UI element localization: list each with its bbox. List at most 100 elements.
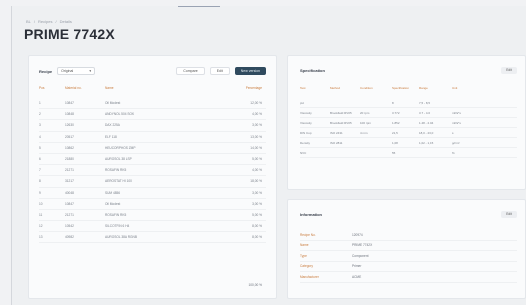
row-position: 12 xyxy=(39,224,43,229)
row-material-number: 12630 xyxy=(65,123,74,128)
spec-condition: 20 rpm xyxy=(360,110,370,115)
row-percentage: 3,00 % xyxy=(252,190,262,195)
information-list: Recipe No. 120974 Name PRIME 7742X Type Compo… xyxy=(300,230,517,283)
table-row[interactable]: 9 40048 SUM 4856 3,00 % xyxy=(39,188,266,199)
column-header[interactable]: Range xyxy=(419,86,452,90)
spec-method: ISO 2431 xyxy=(330,130,343,135)
spec-unit: % xyxy=(452,150,455,155)
row-position: 10 xyxy=(39,201,43,206)
spec-range: 1,02 - 1,15 xyxy=(419,140,434,145)
table-row[interactable]: pH 8 7,5 - 8,5 xyxy=(300,98,517,108)
column-header[interactable]: Condition xyxy=(360,86,392,90)
row-position: 3 xyxy=(39,123,41,128)
info-value: Primer xyxy=(352,264,362,269)
specification-table-header: Test Method Condition Specification Rang… xyxy=(300,86,517,90)
info-key: Category xyxy=(300,264,313,269)
info-row: Recipe No. 120974 xyxy=(300,230,517,241)
row-material-name: SILCOTFIN 6 H4 xyxy=(105,224,130,229)
breadcrumb: BL / Recipes / Details xyxy=(26,19,72,24)
row-material-number: 40982 xyxy=(65,235,74,240)
spec-unit: s xyxy=(452,130,454,135)
edit-information-button[interactable]: Edit xyxy=(501,210,517,218)
row-material-number: 10847 xyxy=(65,201,74,206)
row-percentage: 18,00 % xyxy=(250,179,262,184)
column-header[interactable]: Percentage xyxy=(215,86,266,92)
recipe-total: 100,00 % xyxy=(248,283,262,287)
info-value: ACME xyxy=(352,274,362,279)
edit-recipe-button[interactable]: Edit xyxy=(209,67,230,75)
active-tab-indicator xyxy=(178,6,220,7)
row-position: 7 xyxy=(39,168,41,173)
info-key: Type xyxy=(300,253,307,258)
recipe-toolbar: Recipe Original ▾ Compare Edit New versi… xyxy=(39,66,266,76)
row-position: 4 xyxy=(39,134,41,139)
information-title: Information xyxy=(300,211,322,217)
spec-range: 1.48 - 2.04 xyxy=(419,120,434,125)
row-position: 13 xyxy=(39,235,43,240)
spec-test: Density xyxy=(300,140,311,145)
column-header[interactable]: Method xyxy=(330,86,360,90)
spec-method: Brookfield RV05 xyxy=(330,120,352,125)
column-header[interactable]: Name xyxy=(105,86,215,92)
row-position: 8 xyxy=(39,179,41,184)
row-material-name: DAX 225A xyxy=(105,123,120,128)
table-row[interactable]: 10 10847 Oil Modest 3,00 % xyxy=(39,199,266,210)
row-material-name: AUROSOL 38A RGNB xyxy=(105,235,137,240)
spec-value: 1.852 xyxy=(392,120,400,125)
column-header[interactable]: Pos xyxy=(39,86,65,92)
table-row[interactable]: 3 12630 DAX 225A 3,00 % xyxy=(39,120,266,132)
row-percentage: 13,00 % xyxy=(250,134,262,139)
spec-value: 3.772 xyxy=(392,110,400,115)
compare-button[interactable]: Compare xyxy=(176,67,205,75)
table-row[interactable]: NVC 55% xyxy=(300,148,517,158)
spec-test: Viscosity xyxy=(300,120,312,125)
table-row[interactable]: 12 10542 SILCOTFIN 6 H4 8,00 % xyxy=(39,221,266,233)
breadcrumb-item[interactable]: BL xyxy=(26,19,31,24)
table-row[interactable]: 11 21271 ROSAFIN RK5 5,00 % xyxy=(39,210,266,222)
recipe-version-select[interactable]: Original ▾ xyxy=(57,67,96,75)
table-row[interactable]: Density ISO 2811 1,08 1,02 - 1,15 g/cm³ xyxy=(300,138,517,148)
spec-test: Viscosity xyxy=(300,110,312,115)
table-row[interactable]: Viscosity Brookfield RV05 100 rpm 1.852 1.48… xyxy=(300,118,517,128)
row-material-number: 10847 xyxy=(65,101,74,106)
table-row[interactable]: Viscosity Brookfield RV05 20 rpm 3.772 3.7 -… xyxy=(300,108,517,118)
info-value: 120974 xyxy=(352,232,363,237)
breadcrumb-item-current: Details xyxy=(59,19,72,24)
table-row[interactable]: 4 20517 ELF 118 13,00 % xyxy=(39,132,266,143)
spec-unit: mPa*s xyxy=(452,120,461,125)
column-header[interactable]: Specification xyxy=(392,86,419,90)
edit-specification-button[interactable]: Edit xyxy=(501,66,517,74)
specification-card: Specification Edit Test Method Condition… xyxy=(287,55,526,190)
column-header[interactable]: Material no. xyxy=(65,86,105,92)
column-header[interactable]: Test xyxy=(300,86,330,90)
spec-range: 18,0 - 23,0 xyxy=(419,130,434,135)
table-row[interactable]: DIN Cup ISO 2431 4 mm 21,5 18,0 - 23,0 s xyxy=(300,128,517,138)
table-row[interactable]: 6 21880 AUROSOL 38 LSP 5,00 % xyxy=(39,154,266,166)
chevron-down-icon: ▾ xyxy=(89,69,92,73)
row-position: 2 xyxy=(39,112,41,117)
spec-test: pH xyxy=(300,100,304,105)
breadcrumb-separator: / xyxy=(55,19,57,24)
recipe-version-value: Original xyxy=(61,69,74,73)
table-row[interactable]: 5 10862 HEUCORPHOS ZMP 14,00 % xyxy=(39,143,266,154)
spec-test: DIN Cup xyxy=(300,130,312,135)
spec-value: 21,5 xyxy=(392,130,398,135)
table-row[interactable]: 13 40982 AUROSOL 38A RGNB 8,00 % xyxy=(39,232,266,244)
info-key: Recipe No. xyxy=(300,232,316,237)
row-material-number: 21271 xyxy=(65,212,74,217)
table-row[interactable]: 2 10848 ANDYNOL 504 SOK 4,00 % xyxy=(39,109,266,121)
row-material-number: 10848 xyxy=(65,112,74,117)
specification-table-body: pH 8 7,5 - 8,5 Viscosity Brookfield RV05 20 r… xyxy=(300,98,517,158)
breadcrumb-item[interactable]: Recipes xyxy=(38,19,52,24)
row-percentage: 5,00 % xyxy=(252,212,262,217)
table-row[interactable]: 8 31217 AEROSTAT HI 100 18,00 % xyxy=(39,176,266,188)
info-value: Component xyxy=(352,253,369,258)
info-value: PRIME 7742X xyxy=(352,243,373,248)
table-row[interactable]: 1 10847 Oil Modest 12,00 % xyxy=(39,98,266,110)
row-material-number: 21880 xyxy=(65,157,74,162)
table-row[interactable]: 7 21271 ROSAFIN RK5 4,00 % xyxy=(39,165,266,177)
recipe-card: Recipe Original ▾ Compare Edit New versi… xyxy=(28,55,277,299)
column-header[interactable]: Unit xyxy=(452,86,517,90)
row-material-number: 10542 xyxy=(65,224,74,229)
new-version-button[interactable]: New version xyxy=(234,67,266,75)
